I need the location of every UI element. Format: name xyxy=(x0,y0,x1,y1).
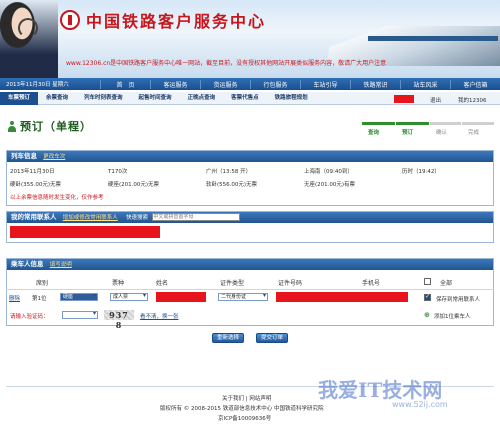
seat-standing: 无座(201.00元)有票 xyxy=(304,182,356,188)
step-bar-finish xyxy=(462,122,494,125)
nav-station-guide[interactable]: 车站引导 xyxy=(300,79,350,89)
col-id-number: 证件号码 xyxy=(278,280,303,287)
railway-logo[interactable] xyxy=(60,10,80,30)
passenger-title: 乘车人信息 xyxy=(11,260,44,268)
main-navbar: 2013年11月30日 星期六 首 页 客运服务 货运服务 行包服务 车站引导 … xyxy=(0,78,500,90)
tab-remaining-tickets[interactable]: 余票查询 xyxy=(38,92,76,105)
tab-agency-points[interactable]: 客票代售点 xyxy=(223,92,267,105)
ticket-type-value: 成人票 xyxy=(113,294,129,300)
footer-links[interactable]: 关于我们 | 网站声明 xyxy=(222,394,271,402)
tab-ticket-booking[interactable]: 车票预订 xyxy=(0,91,39,105)
save-contact-checkbox[interactable] xyxy=(424,293,431,301)
availability-warning: 以上余票信息随时发生变化，仅作参考 xyxy=(10,195,104,201)
tab-sale-time[interactable]: 起售时间查询 xyxy=(131,92,180,105)
current-date: 2013年11月30日 星期六 xyxy=(6,82,69,88)
page-title: 预订（单程） xyxy=(20,120,92,133)
seat-soft-sleeper: 软卧(556.00元)无票 xyxy=(206,182,258,188)
step-label-query: 查询 xyxy=(368,130,380,136)
add-passenger-link[interactable]: 添加1位乘车人 xyxy=(434,312,471,320)
train-info-header: 列车信息 更改车次 xyxy=(7,151,493,162)
watermark-text: 我爱IT技术网 xyxy=(318,378,443,402)
quick-search-label: 快速搜索 xyxy=(126,215,149,221)
seat-class-value: 硬座 xyxy=(63,294,74,300)
progress-steps: 查询 预订 确认 完成 xyxy=(362,118,494,136)
tab-timetable[interactable]: 列车时刻表查询 xyxy=(76,92,131,105)
watermark-url: www.52ij.com xyxy=(392,400,448,409)
captcha-image[interactable]: 937 8 xyxy=(104,310,134,330)
sub-navbar: 车票预订 余票查询 列车时刻表查询 起售时间查询 正晚点查询 客票代售点 铁路旅… xyxy=(0,91,500,105)
step-bar-query xyxy=(362,122,395,125)
col-seat-class: 席别 xyxy=(36,280,49,287)
travel-duration: 历时（19:42） xyxy=(402,169,440,175)
site-notice: www.12306.cn是中国铁路客户服务中心唯一网站，截至目前，没有授权其他网… xyxy=(66,60,387,67)
nav-freight-service[interactable]: 货运服务 xyxy=(200,79,250,89)
fill-instructions-link[interactable]: 填写说明 xyxy=(50,262,72,268)
step-label-book: 预订 xyxy=(402,130,414,136)
captcha-label: 请输入验证码： xyxy=(10,314,49,320)
nav-customer-mailbox[interactable]: 客户信箱 xyxy=(450,79,500,89)
logout-link[interactable]: 退出 xyxy=(430,96,441,104)
add-passenger-icon: ⊕ xyxy=(424,311,430,319)
contact-list-redacted xyxy=(10,226,160,238)
col-name: 姓名 xyxy=(156,280,169,287)
customer-service-photo xyxy=(0,0,58,78)
footer-icp: 京ICP备10009636号 xyxy=(218,416,272,422)
reset-button[interactable]: 重新选择 xyxy=(212,333,244,343)
col-ticket-type: 票种 xyxy=(112,280,125,287)
nav-passenger-service[interactable]: 客运服务 xyxy=(150,79,200,89)
delete-passenger-link[interactable]: 删除 xyxy=(9,294,20,302)
passenger-index: 第1位 xyxy=(32,296,47,302)
seat-hard-seat: 硬座(201.00元)无票 xyxy=(108,182,160,188)
seat-hard-sleeper: 硬卧(355.00元)无票 xyxy=(10,182,62,188)
person-icon xyxy=(8,120,16,132)
site-title: 中国铁路客户服务中心 xyxy=(86,12,267,31)
col-id-type: 证件类型 xyxy=(220,280,245,287)
change-train-link[interactable]: 更改车次 xyxy=(43,154,65,160)
departure-station: 广州（13:58 开） xyxy=(206,169,252,175)
nav-luggage-service[interactable]: 行包服务 xyxy=(250,79,300,89)
passenger-name-redacted xyxy=(156,292,206,302)
ticket-type-select[interactable]: 成人票 xyxy=(110,293,148,301)
footer-copyright: 版权所有 © 2008-2015 铁道部信息技术中心 中国铁道科学研究院 xyxy=(160,406,324,412)
passenger-header: 乘车人信息 填写说明 xyxy=(7,259,493,270)
seat-class-select[interactable]: 硬座 xyxy=(60,293,98,301)
id-phone-redacted xyxy=(276,292,408,302)
contacts-header: 我的常用联系人 增加或修改常用联系人 快速搜索 xyxy=(7,212,493,223)
save-contact-label: 保存到常用联系人 xyxy=(436,297,481,303)
refresh-captcha-link[interactable]: 看不清，换一张 xyxy=(140,312,179,320)
my12306-link[interactable]: 我的12306 xyxy=(458,96,487,104)
contacts-title: 我的常用联系人 xyxy=(11,213,57,221)
passenger-divider xyxy=(6,289,494,290)
id-type-select[interactable]: 二代身份证 xyxy=(218,293,268,301)
select-all-checkbox[interactable] xyxy=(424,278,431,285)
col-phone: 手机号 xyxy=(362,280,381,287)
tab-trip-planner[interactable]: 铁路旅程规划 xyxy=(267,92,316,105)
headset-icon xyxy=(18,18,38,38)
travel-date: 2013年11月30日 xyxy=(10,169,55,175)
step-bar-confirm xyxy=(430,122,461,125)
nav-railway-knowledge[interactable]: 铁路常识 xyxy=(350,79,400,89)
step-label-finish: 完成 xyxy=(468,130,480,136)
site-banner: 中国铁路客户服务中心 www.12306.cn是中国铁路客户服务中心唯一网站，截… xyxy=(0,0,500,78)
step-bar-book xyxy=(396,122,429,125)
train-info-title: 列车信息 xyxy=(11,152,37,160)
id-type-value: 二代身份证 xyxy=(221,294,247,300)
step-label-confirm: 确认 xyxy=(436,130,448,136)
nav-home[interactable]: 首 页 xyxy=(100,79,150,89)
captcha-input[interactable] xyxy=(62,311,98,319)
select-all-label: 全部 xyxy=(440,280,453,287)
tab-delay-query[interactable]: 正晚点查询 xyxy=(180,92,224,105)
username-redacted xyxy=(394,95,414,103)
contact-search-input[interactable] xyxy=(152,213,241,221)
manage-contacts-link[interactable]: 增加或修改常用联系人 xyxy=(63,215,118,221)
arrival-station: 上海南（09:40到） xyxy=(304,169,353,175)
nav-station-style[interactable]: 站车风采 xyxy=(400,79,450,89)
train-number: T170次 xyxy=(108,169,128,175)
page-heading: 预订（单程） xyxy=(8,118,92,134)
submit-order-button[interactable]: 提交订单 xyxy=(256,333,288,343)
